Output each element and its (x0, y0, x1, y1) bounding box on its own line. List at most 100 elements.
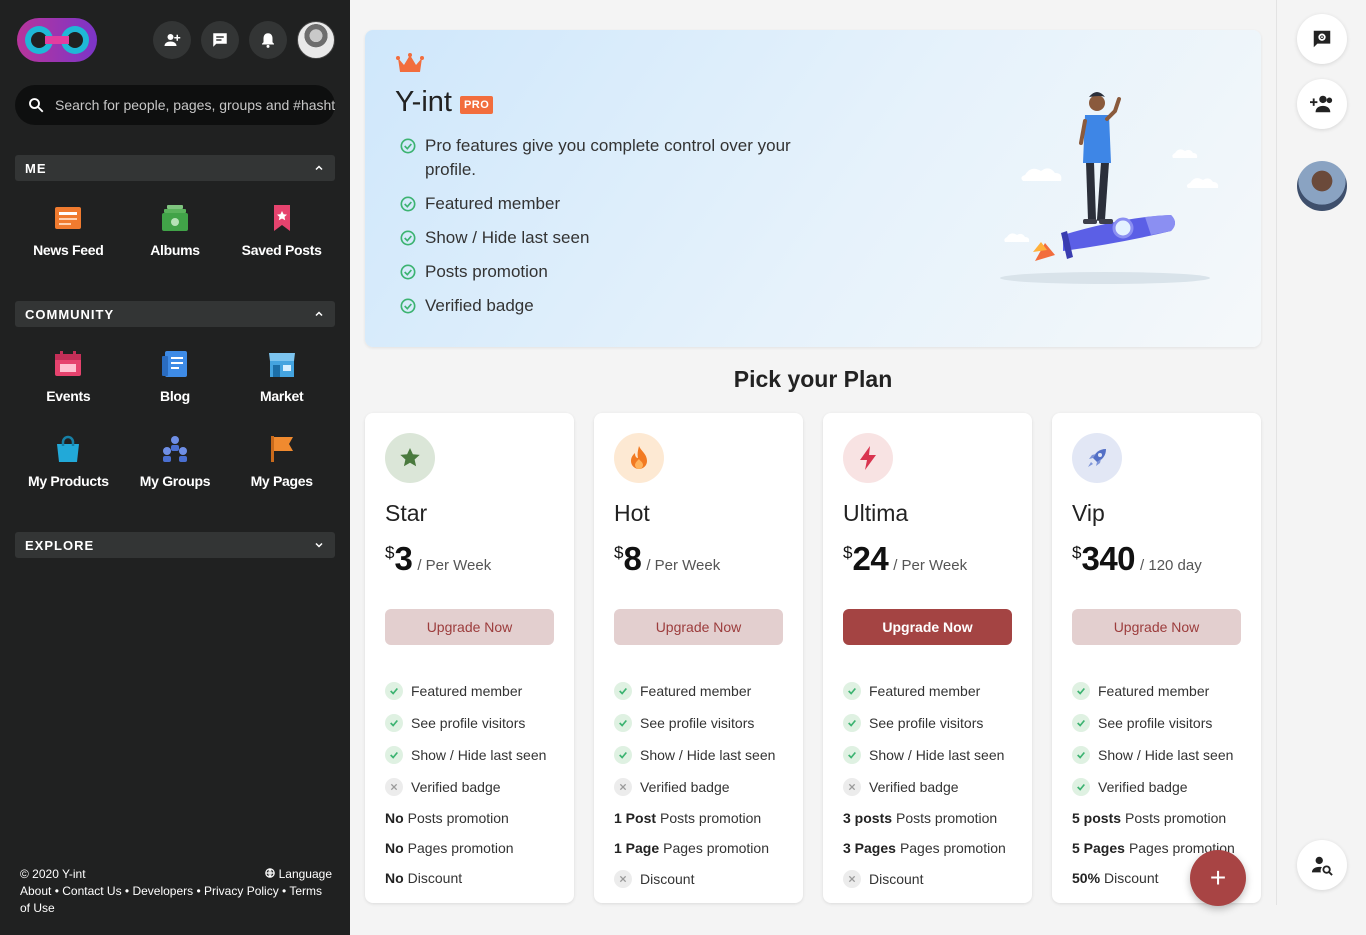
feature-row: Featured member (843, 675, 1028, 707)
sidebar-item-label: My Pages (250, 473, 313, 489)
upgrade-now-button[interactable]: Upgrade Now (385, 609, 554, 645)
feature-row: Verified badge (385, 771, 570, 803)
sidebar-item-albums[interactable]: Albums (122, 193, 229, 278)
plan-name: Hot (614, 500, 650, 526)
feature-row: Verified badge (843, 771, 1028, 803)
search-input[interactable] (55, 97, 335, 113)
sidebar-item-saved-posts[interactable]: Saved Posts (228, 193, 335, 278)
add-friend-button[interactable] (153, 21, 191, 59)
check-icon (843, 714, 861, 732)
sidebar-item-my-products[interactable]: My Products (15, 424, 122, 509)
hero-title-row: Y-int PRO (395, 86, 494, 119)
plan-card-ultima: Ultima $ 24 / Per Week Upgrade Now Featu… (823, 413, 1032, 903)
sidebar-item-news-feed[interactable]: News Feed (15, 193, 122, 278)
sidebar-item-label: Saved Posts (241, 242, 322, 258)
upgrade-now-button[interactable]: Upgrade Now (1072, 609, 1241, 645)
check-icon (385, 714, 403, 732)
plan-card-hot: Hot $ 8 / Per Week Upgrade Now Featured … (594, 413, 803, 903)
left-sidebar: ME News Feed Albums Saved Posts COMMUNIT… (0, 0, 350, 935)
sidebar-item-label: Albums (150, 242, 200, 258)
hero-feature: Posts promotion (400, 260, 820, 284)
language-link[interactable]: Language (265, 866, 332, 883)
plan-price: $ 24 / Per Week (843, 540, 968, 577)
find-people-button[interactable] (1297, 840, 1347, 890)
section-me-title: ME (25, 160, 47, 176)
check-circle-icon (400, 298, 416, 314)
community-grid: Events Blog Market My Products My Groups (15, 339, 335, 509)
sidebar-item-my-pages[interactable]: My Pages (228, 424, 335, 509)
sidebar-item-market[interactable]: Market (228, 339, 335, 424)
sidebar-item-my-groups[interactable]: My Groups (122, 424, 229, 509)
messages-button[interactable] (201, 21, 239, 59)
app-logo[interactable] (15, 16, 99, 64)
chat-settings-icon (1313, 30, 1331, 48)
check-circle-icon (400, 264, 416, 280)
section-community-title: COMMUNITY (25, 306, 115, 322)
create-button[interactable]: + (1190, 850, 1246, 906)
globe-icon (265, 868, 276, 878)
feature-row: See profile visitors (385, 707, 570, 739)
section-me-header[interactable]: ME (15, 155, 335, 181)
language-label: Language (278, 867, 332, 881)
check-icon (385, 682, 403, 700)
search-bar (15, 85, 335, 125)
rocket-icon (1072, 433, 1122, 483)
chat-settings-button[interactable] (1297, 14, 1347, 64)
market-icon (267, 349, 297, 379)
check-icon (385, 746, 403, 764)
sidebar-footer: © 2020 Y-int Language About • Contact Us… (20, 866, 332, 917)
upgrade-now-button[interactable]: Upgrade Now (843, 609, 1012, 645)
plan-name: Ultima (843, 500, 909, 526)
feature-row: Featured member (1072, 675, 1257, 707)
discount: No Discount (385, 870, 463, 886)
discount: Discount (843, 863, 1028, 895)
albums-icon (160, 203, 190, 233)
check-icon (1072, 778, 1090, 796)
feature-row: Show / Hide last seen (843, 739, 1028, 771)
lightning-icon (843, 433, 893, 483)
group-add-icon (1310, 95, 1333, 113)
my-products-icon (53, 434, 83, 464)
section-community-header[interactable]: COMMUNITY (15, 301, 335, 327)
feature-row: Show / Hide last seen (614, 739, 799, 771)
feature-row: Show / Hide last seen (385, 739, 570, 771)
bell-icon (262, 33, 274, 48)
feature-row: See profile visitors (843, 707, 1028, 739)
plan-card-star: Star $ 3 / Per Week Upgrade Now Featured… (365, 413, 574, 903)
chevron-up-icon (315, 311, 323, 317)
upgrade-now-button[interactable]: Upgrade Now (614, 609, 783, 645)
sidebar-item-label: Events (46, 388, 91, 404)
add-group-button[interactable] (1297, 79, 1347, 129)
check-icon (1072, 746, 1090, 764)
plan-price: $ 340 / 120 day (1072, 540, 1202, 577)
user-avatar[interactable] (297, 21, 335, 59)
sidebar-item-events[interactable]: Events (15, 339, 122, 424)
hero-feature: Featured member (400, 192, 820, 216)
topbar (0, 0, 350, 84)
sidebar-item-blog[interactable]: Blog (122, 339, 229, 424)
check-icon (614, 746, 632, 764)
news-feed-icon (53, 203, 83, 233)
contact-avatar[interactable] (1297, 161, 1347, 211)
check-icon (614, 714, 632, 732)
check-circle-icon (400, 138, 416, 154)
cross-icon (614, 870, 632, 888)
pages-promotion: 1 Page Pages promotion (614, 840, 769, 856)
section-explore-title: EXPLORE (25, 537, 95, 553)
cross-icon (614, 778, 632, 796)
feature-row: Verified badge (614, 771, 799, 803)
notifications-button[interactable] (249, 21, 287, 59)
footer-links[interactable]: About • Contact Us • Developers • Privac… (20, 883, 332, 917)
me-grid: News Feed Albums Saved Posts (15, 193, 335, 278)
blog-icon (160, 349, 190, 379)
plan-features: Featured member See profile visitors Sho… (385, 675, 570, 893)
my-pages-icon (267, 434, 297, 464)
plan-price: $ 8 / Per Week (614, 540, 721, 577)
plan-name: Star (385, 500, 428, 526)
posts-promotion: 3 posts Posts promotion (843, 810, 998, 826)
section-explore-header[interactable]: EXPLORE (15, 532, 335, 558)
check-icon (614, 682, 632, 700)
saved-posts-icon (267, 203, 297, 233)
right-rail (1276, 0, 1366, 905)
fire-icon (614, 433, 664, 483)
